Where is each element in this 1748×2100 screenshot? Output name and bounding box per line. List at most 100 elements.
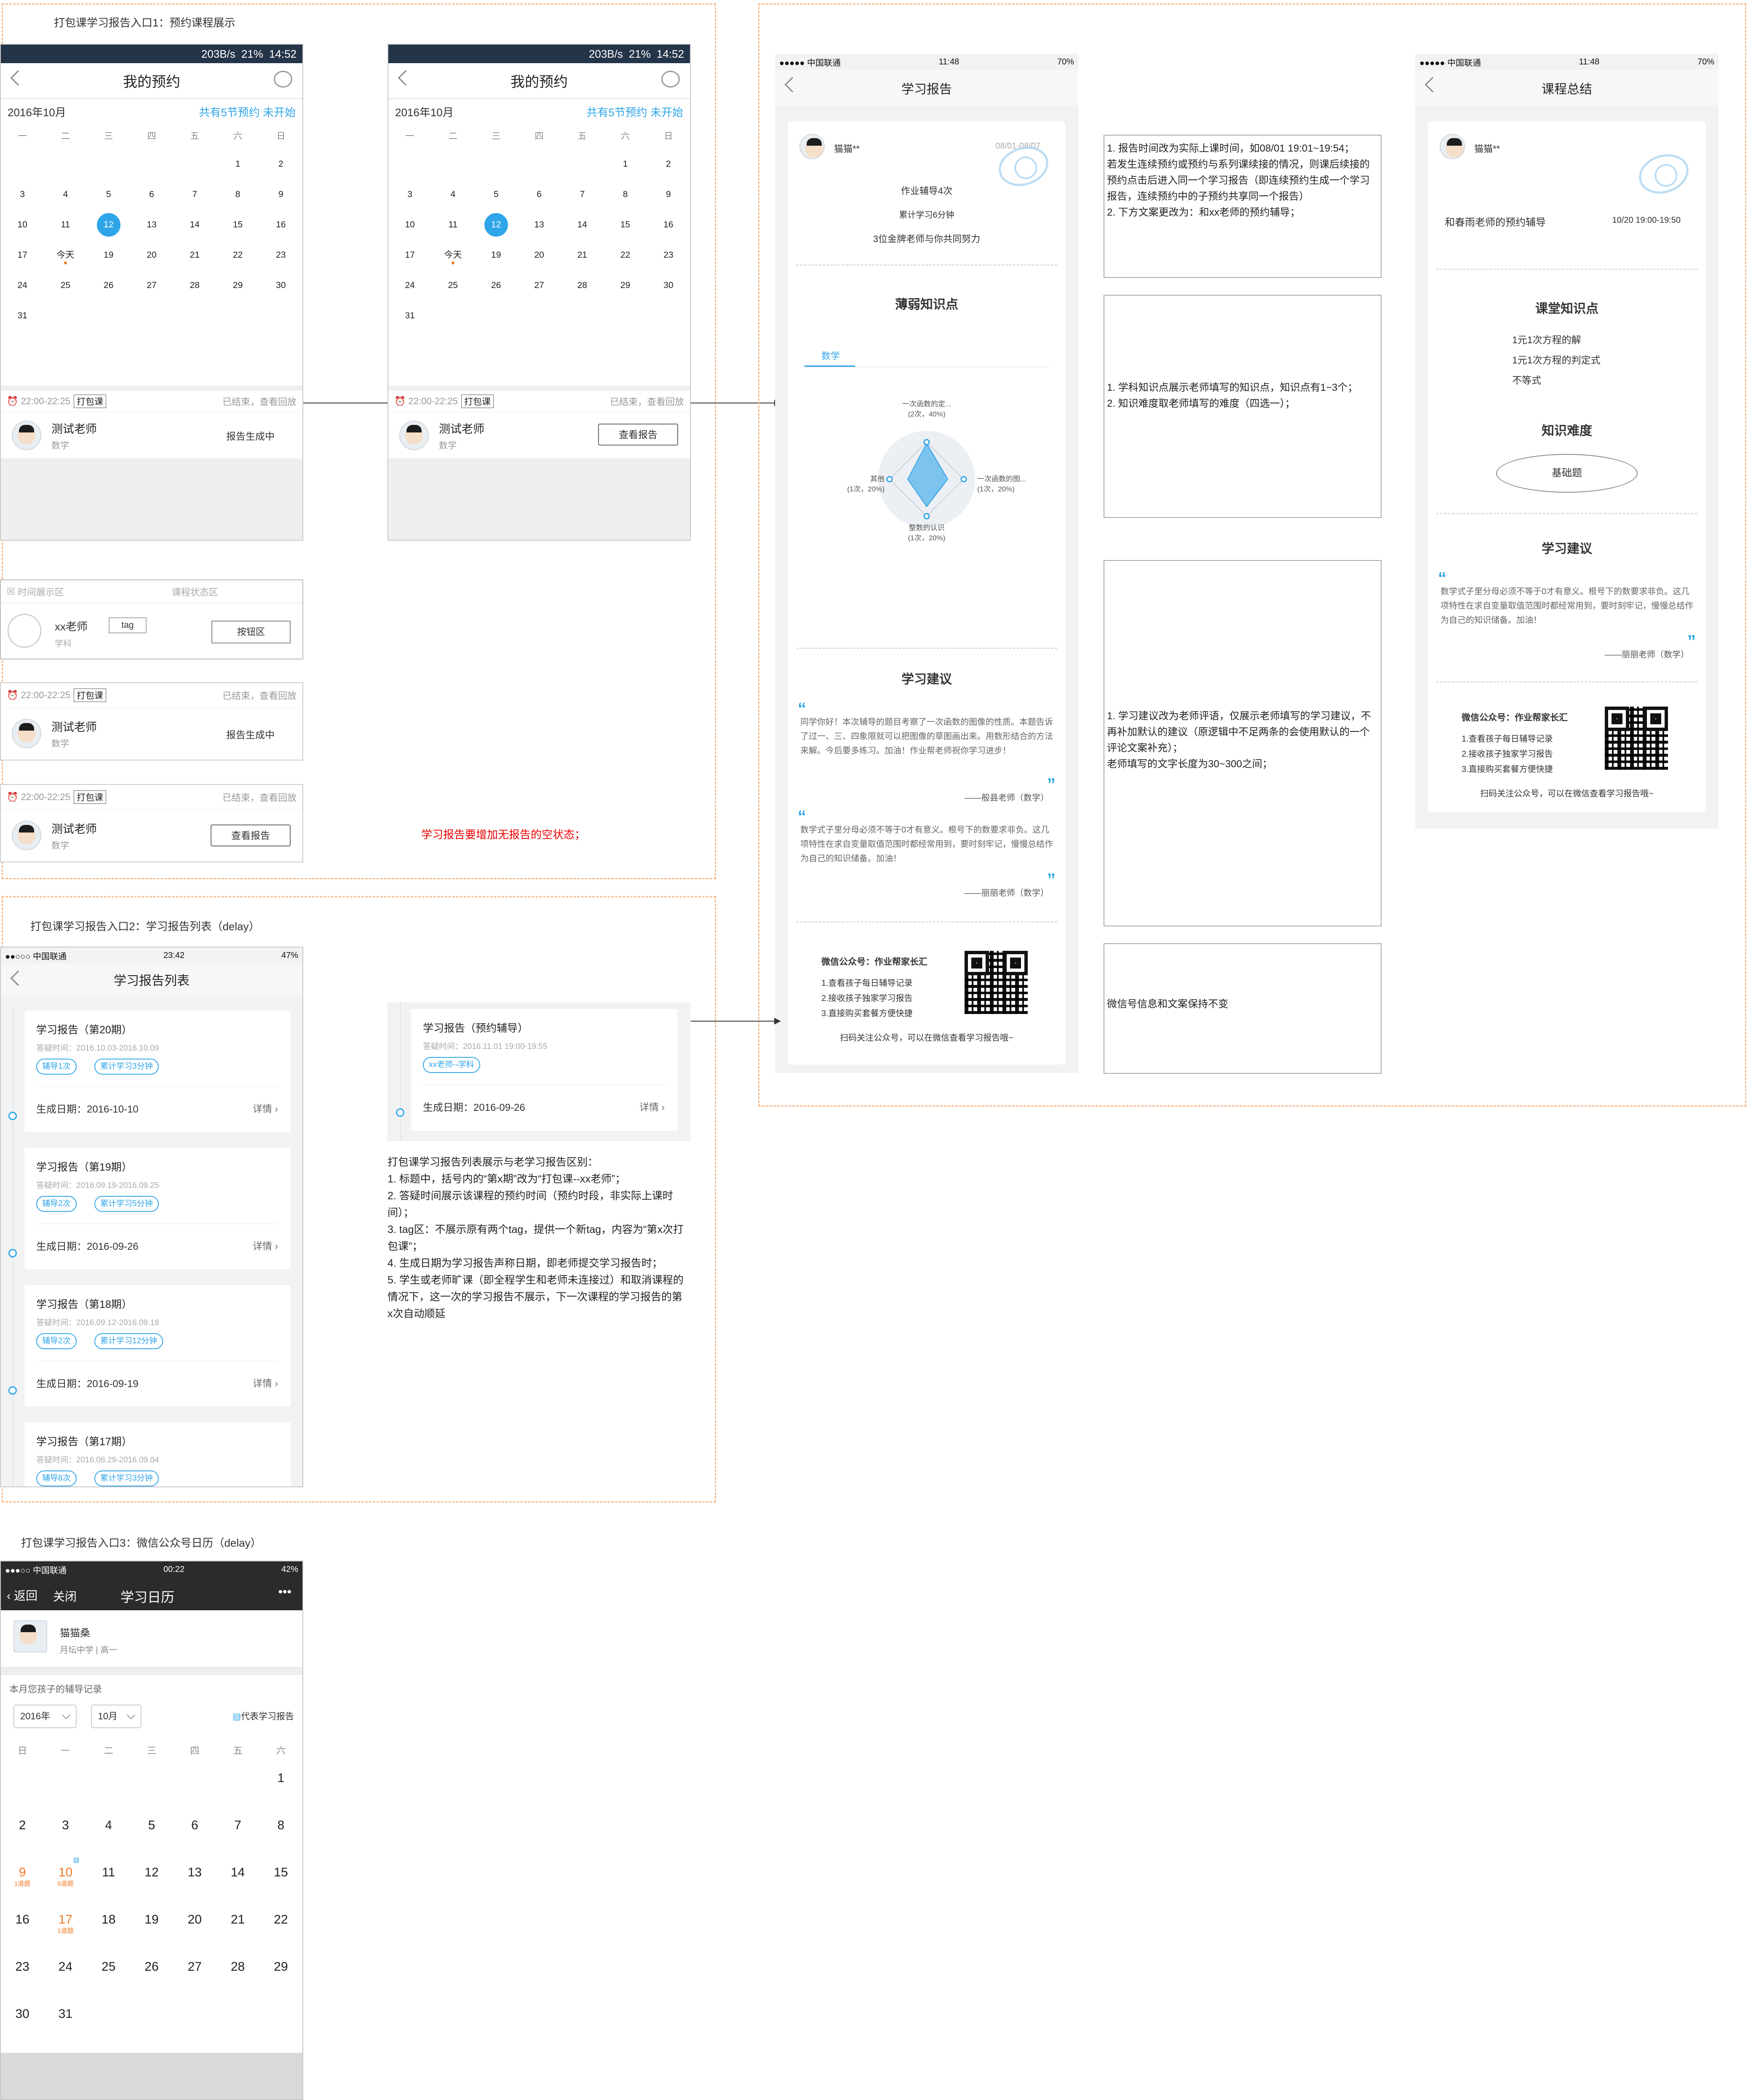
calendar-day[interactable]: 15 xyxy=(604,210,647,240)
view-report-button[interactable]: 查看报告 xyxy=(598,424,678,446)
booking-card-view[interactable]: ⏰ 22:00-22:25 打包课 已结束，查看回放 测试老师 数学 查看报告 xyxy=(0,784,303,862)
calendar-day[interactable]: 19 xyxy=(87,240,130,270)
calendar-day[interactable]: 10 xyxy=(1,210,44,240)
back-icon[interactable] xyxy=(1425,77,1441,93)
calendar-day[interactable]: 6 xyxy=(518,179,561,210)
calendar-day[interactable]: 5 xyxy=(87,179,130,210)
calendar-day[interactable]: 7 xyxy=(173,179,216,210)
calendar-day[interactable]: 19 xyxy=(130,1905,173,1952)
calendar-day[interactable]: 19 xyxy=(475,240,518,270)
calendar-day[interactable]: 30 xyxy=(1,1999,44,2047)
calendar-day[interactable]: 13 xyxy=(130,210,173,240)
booking-status[interactable]: 已结束，查看回放 xyxy=(610,395,684,408)
calendar-day[interactable]: 28 xyxy=(173,270,216,301)
calendar-day[interactable]: 24 xyxy=(44,1952,87,1999)
calendar-day[interactable]: 4 xyxy=(431,179,474,210)
calendar-day[interactable]: 23 xyxy=(647,240,690,270)
calendar-day[interactable]: 27 xyxy=(130,270,173,301)
report-list-item[interactable]: 学习报告（预约辅导） 答疑时间：2016.11.01 19:00-19:55 x… xyxy=(411,1009,677,1131)
calendar-day[interactable]: 5 xyxy=(130,1811,173,1858)
calendar-day[interactable]: 12 xyxy=(475,210,518,240)
calendar-day[interactable]: 今天 xyxy=(44,240,87,270)
calendar-day[interactable]: 30 xyxy=(259,270,302,301)
calendar-day[interactable]: 17 xyxy=(388,240,431,270)
back-icon[interactable] xyxy=(398,70,414,86)
booking-card-generating[interactable]: ⏰ 22:00-22:25 打包课 已结束，查看回放 测试老师 数学 报告生成中 xyxy=(0,682,303,760)
report-list-item[interactable]: 学习报告（第17期） 答疑时间：2016.08.29-2016.09.04 辅导… xyxy=(24,1422,291,1486)
calendar-day[interactable]: 2 xyxy=(1,1811,44,1858)
chat-icon[interactable] xyxy=(274,71,292,88)
calendar-day[interactable]: 3 xyxy=(388,179,431,210)
calendar-day[interactable]: 今天 xyxy=(431,240,474,270)
calendar-day[interactable]: 31 xyxy=(44,1999,87,2047)
calendar-day[interactable]: 23 xyxy=(259,240,302,270)
report-marker-icon[interactable]: ▤ xyxy=(73,1856,79,1865)
calendar-day[interactable]: 3 xyxy=(1,179,44,210)
calendar-day[interactable]: 7 xyxy=(216,1811,259,1858)
calendar-day[interactable]: 28 xyxy=(216,1952,259,1999)
calendar-day[interactable]: 17 1道题 xyxy=(44,1905,87,1952)
item-detail-link[interactable]: 详情 › xyxy=(253,1375,278,1390)
calendar-day[interactable]: 18 xyxy=(87,1905,130,1952)
year-select[interactable]: 2016年 xyxy=(13,1705,77,1728)
calendar-day[interactable]: 10 xyxy=(388,210,431,240)
calendar-day[interactable]: 15 xyxy=(216,210,259,240)
calendar-day[interactable]: 16 xyxy=(1,1905,44,1952)
item-detail-link[interactable]: 详情 › xyxy=(253,1238,278,1252)
booking-status[interactable]: 已结束，查看回放 xyxy=(222,790,297,804)
more-icon[interactable]: ••• xyxy=(278,1585,291,1599)
calendar-day[interactable]: 31 xyxy=(1,301,44,331)
close-link[interactable]: 关闭 xyxy=(53,1588,77,1604)
calendar-day[interactable]: 28 xyxy=(561,270,604,301)
calendar-day[interactable]: 2 xyxy=(647,149,690,179)
tab-math[interactable]: 数学 xyxy=(821,349,840,362)
calendar-day[interactable]: 21 xyxy=(561,240,604,270)
calendar-day[interactable]: 10 0道题 ▤ xyxy=(44,1856,87,1905)
report-list-item[interactable]: 学习报告（第18期） 答疑时间：2016.09.12-2016.09.18 辅导… xyxy=(24,1285,291,1406)
calendar-day[interactable]: 29 xyxy=(216,270,259,301)
calendar-day[interactable]: 6 xyxy=(130,179,173,210)
report-list-item[interactable]: 学习报告（第19期） 答疑时间：2016.09.19-2016.09.25 辅导… xyxy=(24,1148,291,1269)
calendar-day[interactable]: 8 xyxy=(604,179,647,210)
calendar-day[interactable]: 22 xyxy=(216,240,259,270)
calendar-day[interactable]: 22 xyxy=(604,240,647,270)
calendar-day[interactable]: 27 xyxy=(518,270,561,301)
calendar-day[interactable]: 26 xyxy=(87,270,130,301)
calendar-day[interactable]: 14 xyxy=(216,1858,259,1905)
calendar-day[interactable]: 15 xyxy=(259,1858,302,1905)
calendar-day[interactable]: 5 xyxy=(475,179,518,210)
booking-summary-link[interactable]: 共有5节预约 未开始 xyxy=(199,104,296,120)
calendar-day[interactable]: 12 xyxy=(87,210,130,240)
item-detail-link[interactable]: 详情 › xyxy=(253,1101,278,1115)
booking-card[interactable]: ⏰ 22:00-22:25 打包课 已结束，查看回放 测试老师 数学 报告生成中 xyxy=(1,390,302,459)
calendar-day[interactable]: 16 xyxy=(647,210,690,240)
calendar-day[interactable]: 25 xyxy=(431,270,474,301)
calendar-day[interactable]: 11 xyxy=(87,1858,130,1905)
calendar-day[interactable]: 25 xyxy=(87,1952,130,1999)
view-report-button[interactable]: 查看报告 xyxy=(211,825,291,846)
back-icon[interactable] xyxy=(10,70,26,86)
calendar-day[interactable]: 12 xyxy=(130,1858,173,1905)
calendar-day[interactable]: 8 xyxy=(216,179,259,210)
calendar-day[interactable]: 31 xyxy=(388,301,431,331)
calendar-day[interactable]: 2 xyxy=(259,149,302,179)
calendar-day[interactable]: 23 xyxy=(1,1952,44,1999)
calendar-day[interactable]: 30 xyxy=(647,270,690,301)
calendar-day[interactable]: 14 xyxy=(561,210,604,240)
back-icon[interactable] xyxy=(784,77,800,93)
booking-status[interactable]: 已结束，查看回放 xyxy=(222,688,297,702)
calendar-day[interactable]: 13 xyxy=(518,210,561,240)
booking-status[interactable]: 已结束，查看回放 xyxy=(222,395,297,408)
calendar-day[interactable]: 1 xyxy=(259,1764,302,1811)
back-link[interactable]: ‹ 返回 xyxy=(7,1587,37,1604)
calendar-day[interactable]: 7 xyxy=(561,179,604,210)
calendar-day[interactable]: 20 xyxy=(518,240,561,270)
calendar-day[interactable]: 27 xyxy=(173,1952,216,1999)
calendar-day[interactable]: 1 xyxy=(216,149,259,179)
booking-card[interactable]: ⏰ 22:00-22:25 打包课 已结束，查看回放 测试老师 数学 查看报告 xyxy=(388,390,690,459)
calendar-day[interactable]: 26 xyxy=(130,1952,173,1999)
month-select[interactable]: 10月 xyxy=(91,1705,142,1728)
calendar-day[interactable]: 24 xyxy=(388,270,431,301)
calendar-day[interactable]: 17 xyxy=(1,240,44,270)
calendar-day[interactable]: 4 xyxy=(87,1811,130,1858)
